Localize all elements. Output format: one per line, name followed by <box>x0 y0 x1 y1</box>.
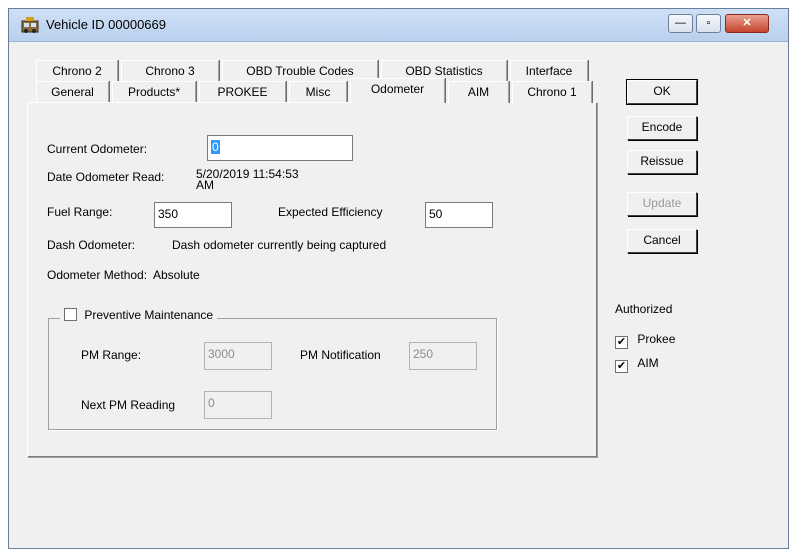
authorized-label: Authorized <box>615 302 673 316</box>
preventive-maintenance-label: Preventive Maintenance <box>84 308 214 322</box>
pm-notification-label: PM Notification <box>300 348 381 362</box>
authorized-aim[interactable]: ✔ AIM <box>615 356 659 373</box>
dash-odometer-value: Dash odometer currently being captured <box>172 238 387 252</box>
prokee-label: Prokee <box>637 332 676 346</box>
window-title: Vehicle ID 00000669 <box>46 17 166 32</box>
close-icon: ✕ <box>742 17 752 29</box>
tab-general[interactable]: General <box>36 81 109 103</box>
current-odometer-input[interactable]: 0 <box>207 135 353 161</box>
close-button[interactable]: ✕ <box>725 14 769 33</box>
title-bar[interactable]: Vehicle ID 00000669 — ▫ ✕ <box>9 9 788 42</box>
tab-misc[interactable]: Misc <box>289 81 347 103</box>
tab-chrono-2[interactable]: Chrono 2 <box>36 60 118 82</box>
ok-button[interactable]: OK <box>626 79 698 105</box>
maximize-button[interactable]: ▫ <box>696 14 721 33</box>
next-pm-reading-label: Next PM Reading <box>81 398 176 412</box>
fuel-range-label: Fuel Range: <box>47 205 113 219</box>
preventive-maintenance-group <box>48 318 497 430</box>
cancel-button[interactable]: Cancel <box>627 229 697 253</box>
date-odometer-read-label: Date Odometer Read: <box>47 170 165 184</box>
odometer-method-value: Absolute <box>153 268 200 282</box>
date-odometer-read-value-ampm: AM <box>196 178 214 192</box>
tab-products[interactable]: Products* <box>112 81 196 103</box>
next-pm-reading-input[interactable]: 0 <box>204 391 272 419</box>
expected-efficiency-input[interactable]: 50 <box>425 202 493 228</box>
tab-odometer[interactable]: Odometer <box>350 78 445 103</box>
minimize-icon: — <box>675 17 686 29</box>
prokee-checkbox[interactable]: ✔ <box>615 336 628 349</box>
authorized-prokee[interactable]: ✔ Prokee <box>615 332 675 349</box>
tab-prokee[interactable]: PROKEE <box>199 81 286 103</box>
current-odometer-label: Current Odometer: <box>47 142 148 156</box>
pm-range-label: PM Range: <box>81 348 142 362</box>
tab-chrono-3[interactable]: Chrono 3 <box>121 60 219 82</box>
current-odometer-value: 0 <box>211 140 220 154</box>
encode-button[interactable]: Encode <box>627 116 697 140</box>
ok-button-label: OK <box>653 84 671 98</box>
tab-chrono-1[interactable]: Chrono 1 <box>512 81 592 103</box>
aim-checkbox[interactable]: ✔ <box>615 360 628 373</box>
vehicle-app-icon <box>21 17 39 33</box>
fuel-range-input[interactable]: 350 <box>154 202 232 228</box>
dash-odometer-label: Dash Odometer: <box>47 238 136 252</box>
tab-aim[interactable]: AIM <box>448 81 509 103</box>
pm-range-input[interactable]: 3000 <box>204 342 272 370</box>
reissue-button[interactable]: Reissue <box>627 150 697 174</box>
expected-efficiency-label: Expected Efficiency <box>278 205 383 219</box>
pm-notification-input[interactable]: 250 <box>409 342 477 370</box>
tab-interface[interactable]: Interface <box>510 60 588 82</box>
update-button[interactable]: Update <box>627 192 697 216</box>
maximize-icon: ▫ <box>706 17 711 29</box>
preventive-maintenance-checkbox[interactable] <box>64 308 77 321</box>
preventive-maintenance-toggle[interactable]: Preventive Maintenance <box>60 308 218 322</box>
aim-label: AIM <box>637 356 659 370</box>
odometer-method-label: Odometer Method: <box>47 268 148 282</box>
minimize-button[interactable]: — <box>668 14 693 33</box>
